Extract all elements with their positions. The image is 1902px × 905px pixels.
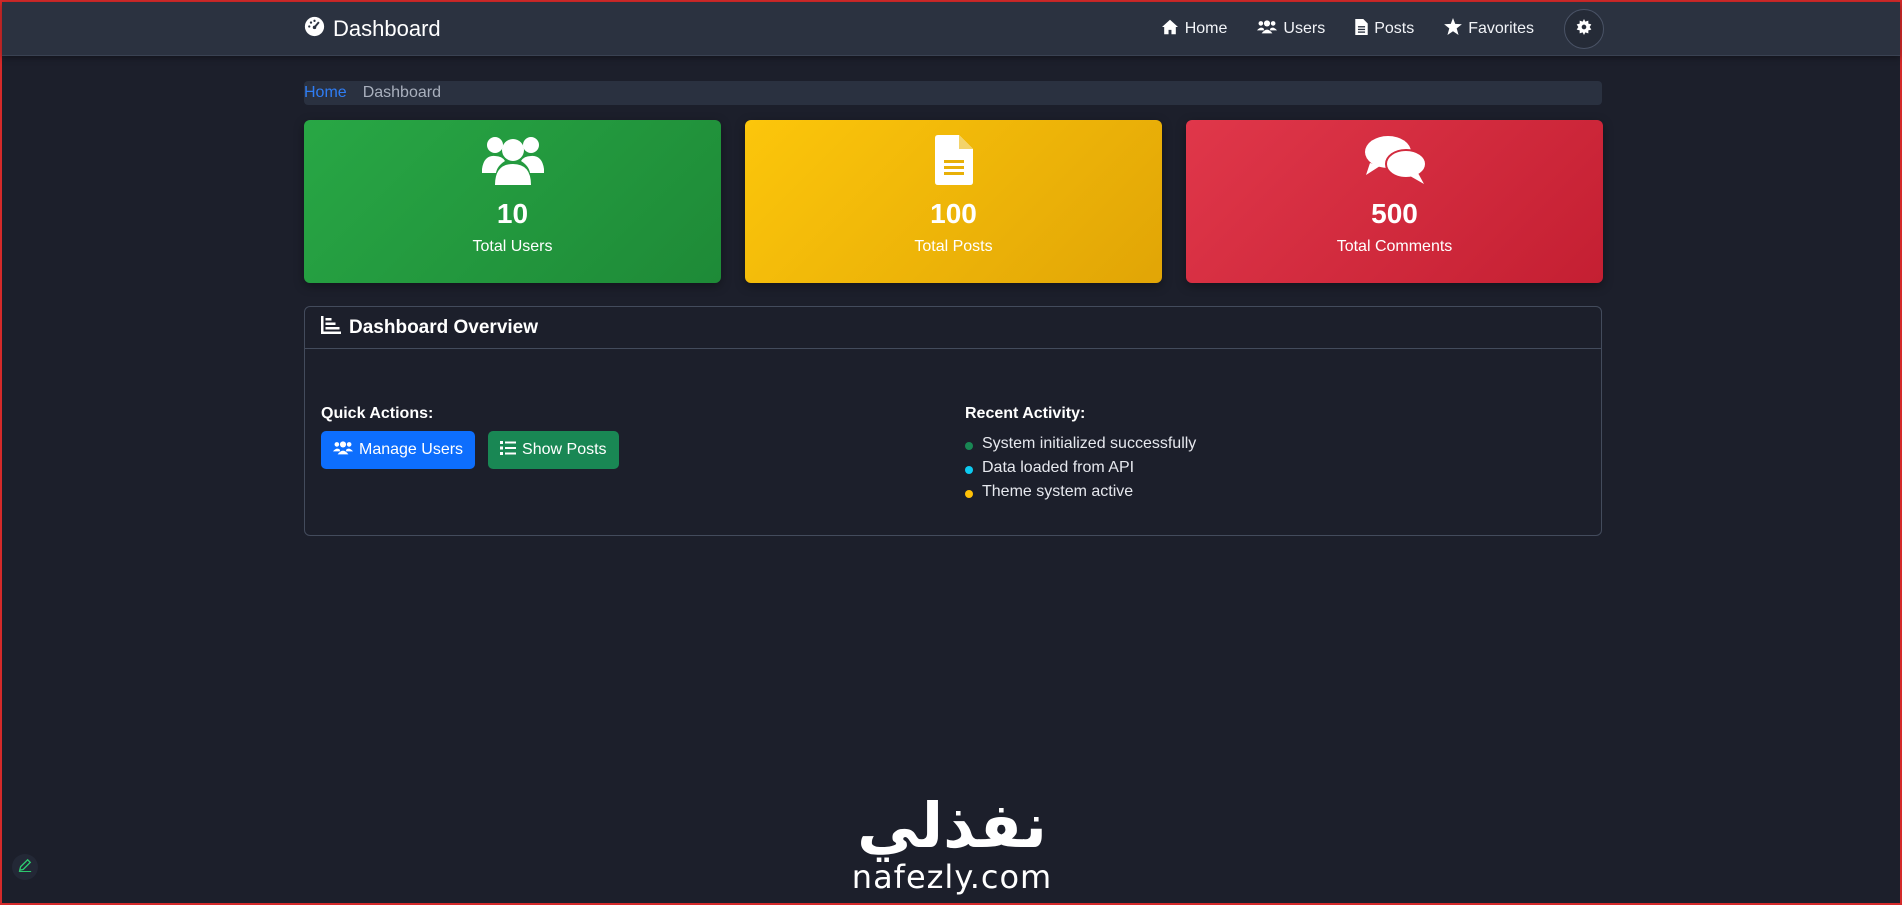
stat-label-comments: Total Comments <box>1336 238 1453 255</box>
brand-link[interactable]: Dashboard <box>304 14 441 44</box>
nav-home[interactable]: Home <box>1161 19 1228 40</box>
nav-favorites[interactable]: Favorites <box>1444 18 1534 40</box>
stat-card-comments: 500 Total Comments <box>1186 120 1603 283</box>
stat-label-users: Total Users <box>472 238 553 255</box>
chart-bar-icon <box>321 315 341 340</box>
nav-users[interactable]: Users <box>1257 19 1325 39</box>
recent-activity-title: Recent Activity: <box>965 405 1086 422</box>
quick-actions-section: Quick Actions: Manage Users Show Posts <box>321 405 619 469</box>
overview-title: Dashboard Overview <box>349 316 539 338</box>
list-item: Theme system active <box>965 480 1196 504</box>
breadcrumb: Home Dashboard <box>304 81 1602 105</box>
dashboard-overview-card: Dashboard Overview Quick Actions: Manage… <box>304 306 1602 536</box>
file-icon <box>934 134 973 186</box>
watermark-logo: نفذلي nafezly.com <box>842 789 1062 896</box>
list-item: Data loaded from API <box>965 456 1196 480</box>
activity-text: Data loaded from API <box>982 459 1135 476</box>
activity-text: System initialized successfully <box>982 435 1197 452</box>
activity-text: Theme system active <box>982 483 1134 500</box>
stat-card-users: 10 Total Users <box>304 120 721 283</box>
breadcrumb-current: Dashboard <box>362 84 441 101</box>
stat-value-posts: 100 <box>930 198 977 229</box>
overview-header: Dashboard Overview <box>305 307 1601 349</box>
comments-icon <box>1364 134 1426 186</box>
users-icon <box>333 440 353 460</box>
stats-row: 10 Total Users 100 Total Posts 500 Total… <box>304 120 1603 283</box>
stat-card-posts: 100 Total Posts <box>745 120 1162 283</box>
theme-toggle-button[interactable] <box>1564 9 1604 49</box>
list-icon <box>500 440 517 460</box>
brand-label: Dashboard <box>333 16 441 41</box>
home-icon <box>1161 19 1179 40</box>
top-navbar: Dashboard Home Users Posts Favorites <box>2 2 1900 56</box>
show-posts-label: Show Posts <box>522 441 607 458</box>
file-icon <box>1355 18 1368 40</box>
quick-actions-buttons: Manage Users Show Posts <box>321 431 619 469</box>
manage-users-label: Manage Users <box>359 441 464 458</box>
nav-users-label: Users <box>1283 20 1326 37</box>
recent-activity-list: System initialized successfully Data loa… <box>965 432 1196 504</box>
recent-activity-section: Recent Activity: System initialized succ… <box>965 405 1196 504</box>
quick-actions-title: Quick Actions: <box>321 405 434 422</box>
users-icon <box>1257 19 1278 39</box>
status-dot <box>965 465 973 474</box>
status-dot <box>965 489 973 498</box>
stat-value-users: 10 <box>496 198 529 229</box>
show-posts-button[interactable]: Show Posts <box>488 431 619 469</box>
nav-posts-label: Posts <box>1374 20 1415 37</box>
gauge-icon <box>304 16 325 43</box>
breadcrumb-home-link[interactable]: Home <box>304 84 347 102</box>
watermark-arabic: نفذلي <box>857 789 1047 862</box>
nav-favorites-label: Favorites <box>1468 20 1534 37</box>
edit-floating-button[interactable] <box>12 854 38 880</box>
nav-home-label: Home <box>1184 20 1228 37</box>
users-icon <box>481 134 544 186</box>
stat-value-comments: 500 <box>1371 198 1418 229</box>
nav-links: Home Users Posts Favorites <box>1161 9 1604 49</box>
status-dot <box>965 441 973 450</box>
list-item: System initialized successfully <box>965 432 1196 456</box>
star-icon <box>1444 18 1463 40</box>
manage-users-button[interactable]: Manage Users <box>321 431 476 469</box>
watermark-latin: nafezly.com <box>851 858 1053 896</box>
nav-posts[interactable]: Posts <box>1355 18 1415 40</box>
gear-icon <box>1576 18 1592 40</box>
stat-label-posts: Total Posts <box>914 238 993 255</box>
pencil-icon <box>18 858 32 877</box>
